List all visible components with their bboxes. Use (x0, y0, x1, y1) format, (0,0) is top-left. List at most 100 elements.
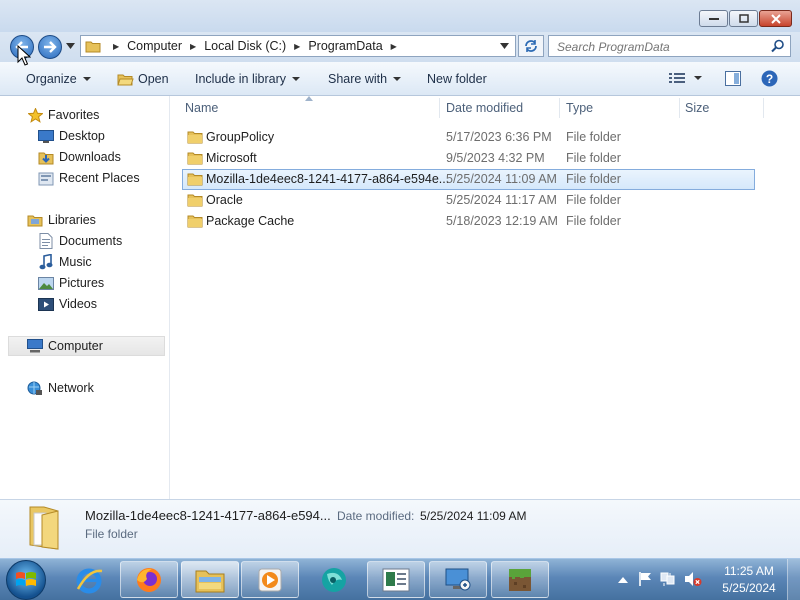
file-row-selected[interactable]: Mozilla-1de4eec8-1241-4177-a864-e594e...… (182, 169, 755, 190)
column-header-type[interactable]: Type (566, 96, 593, 120)
videos-icon (38, 296, 54, 312)
nav-network-label: Network (48, 381, 94, 395)
open-folder-icon (117, 74, 134, 86)
taskbar-windows-explorer[interactable] (181, 561, 239, 598)
search-icon[interactable] (771, 39, 785, 53)
breadcrumb-local-disk[interactable]: Local Disk (C:) (204, 39, 286, 53)
forward-arrow-icon (44, 41, 57, 53)
svg-text:?: ? (766, 72, 773, 86)
star-icon (27, 107, 43, 123)
breadcrumb-separator-icon[interactable]: ▶ (294, 42, 300, 51)
taskbar-firefox[interactable] (120, 561, 178, 598)
file-name: Mozilla-1de4eec8-1241-4177-a864-e594e... (206, 172, 450, 186)
details-date-label: Date modified: (337, 509, 415, 523)
organize-menu[interactable]: Organize (26, 72, 91, 86)
column-divider[interactable] (439, 98, 440, 118)
file-row[interactable]: GroupPolicy 5/17/2023 6:36 PM File folde… (182, 127, 755, 148)
new-folder-button[interactable]: New folder (427, 72, 487, 86)
breadcrumb-separator-icon[interactable]: ▶ (190, 42, 196, 51)
file-type: File folder (566, 151, 621, 165)
search-box[interactable] (548, 35, 791, 57)
remote-desktop-icon (445, 568, 471, 590)
taskbar-media-player[interactable] (241, 561, 299, 598)
network-icon (27, 380, 43, 396)
include-in-library-menu[interactable]: Include in library (195, 72, 301, 86)
desktop-icon (38, 128, 54, 144)
taskbar-presentation-app[interactable] (367, 561, 425, 598)
search-input[interactable] (555, 37, 769, 57)
computer-icon (27, 338, 43, 354)
nav-downloads[interactable]: Downloads (38, 147, 121, 167)
column-date-label: Date modified (446, 101, 524, 115)
breadcrumb-programdata[interactable]: ProgramData (308, 39, 382, 53)
folder-icon (85, 41, 101, 53)
taskbar-minecraft[interactable] (491, 561, 549, 598)
nav-desktop-label: Desktop (59, 129, 105, 143)
volume-muted-icon[interactable] (684, 571, 702, 587)
change-view-button[interactable] (669, 72, 702, 84)
show-desktop-button[interactable] (787, 559, 800, 600)
taskbar-remote-desktop[interactable] (429, 561, 487, 598)
file-row[interactable]: Microsoft 9/5/2023 4:32 PM File folder (182, 148, 755, 169)
folder-icon (187, 152, 203, 165)
pictures-icon (38, 275, 54, 291)
column-header-name[interactable]: Name (185, 96, 218, 120)
nav-videos-label: Videos (59, 297, 97, 311)
firefox-icon (137, 567, 161, 592)
address-history-dropdown-icon[interactable] (500, 43, 509, 49)
file-type: File folder (566, 193, 621, 207)
breadcrumb-separator-icon[interactable]: ▶ (391, 42, 397, 51)
taskbar-teal-app[interactable] (305, 561, 363, 598)
nav-documents[interactable]: Documents (38, 231, 122, 251)
nav-libraries[interactable]: Libraries (27, 210, 96, 230)
nav-documents-label: Documents (59, 234, 123, 248)
nav-recent-places[interactable]: Recent Places (38, 168, 140, 188)
maximize-button[interactable] (729, 10, 758, 27)
column-name-label: Name (185, 101, 219, 115)
windows-explorer-icon (195, 570, 225, 592)
folder-icon (187, 173, 203, 186)
show-hidden-icons-icon[interactable] (618, 575, 628, 583)
maximize-icon (738, 14, 749, 23)
address-bar[interactable]: ▶ Computer ▶ Local Disk (C:) ▶ ProgramDa… (80, 35, 516, 57)
nav-libraries-label: Libraries (48, 213, 96, 227)
recent-pages-dropdown[interactable] (66, 43, 75, 49)
share-with-menu[interactable]: Share with (328, 72, 402, 86)
file-row[interactable]: Oracle 5/25/2024 11:17 AM File folder (182, 190, 755, 211)
taskbar-clock[interactable]: 11:25 AM 5/25/2024 (718, 563, 780, 597)
share-with-label: Share with (328, 72, 388, 86)
network-status-icon[interactable] (660, 571, 676, 587)
nav-computer[interactable]: Computer (8, 336, 165, 356)
nav-network[interactable]: Network (27, 378, 94, 398)
column-divider[interactable] (763, 98, 764, 118)
chevron-down-icon (393, 77, 402, 81)
close-button[interactable] (759, 10, 792, 27)
column-divider[interactable] (679, 98, 680, 118)
new-folder-label: New folder (427, 72, 487, 86)
nav-desktop[interactable]: Desktop (38, 126, 105, 146)
column-divider[interactable] (559, 98, 560, 118)
open-label: Open (138, 72, 169, 86)
column-header-size[interactable]: Size (685, 96, 709, 120)
breadcrumb-computer[interactable]: Computer (127, 39, 182, 53)
nav-videos[interactable]: Videos (38, 294, 97, 314)
nav-favorites[interactable]: Favorites (27, 105, 99, 125)
nav-pictures[interactable]: Pictures (38, 273, 104, 293)
forward-button[interactable] (38, 35, 62, 59)
help-button[interactable]: ? (761, 70, 778, 87)
column-header-date[interactable]: Date modified (446, 96, 523, 120)
large-folder-icon (29, 506, 59, 550)
minimize-button[interactable] (699, 10, 728, 27)
refresh-button[interactable] (518, 35, 544, 57)
action-center-flag-icon[interactable] (638, 571, 652, 587)
taskbar-internet-explorer[interactable] (60, 561, 118, 598)
command-bar: Organize Open Include in library Share w… (0, 62, 800, 96)
file-row[interactable]: Package Cache 5/18/2023 12:19 AM File fo… (182, 211, 755, 232)
start-button[interactable] (6, 560, 46, 600)
nav-music[interactable]: Music (38, 252, 92, 272)
open-button[interactable]: Open (117, 72, 169, 86)
nav-music-label: Music (59, 255, 92, 269)
preview-pane-button[interactable] (725, 71, 741, 86)
app-teal-icon (322, 567, 346, 592)
breadcrumb-separator-icon[interactable]: ▶ (113, 42, 119, 51)
